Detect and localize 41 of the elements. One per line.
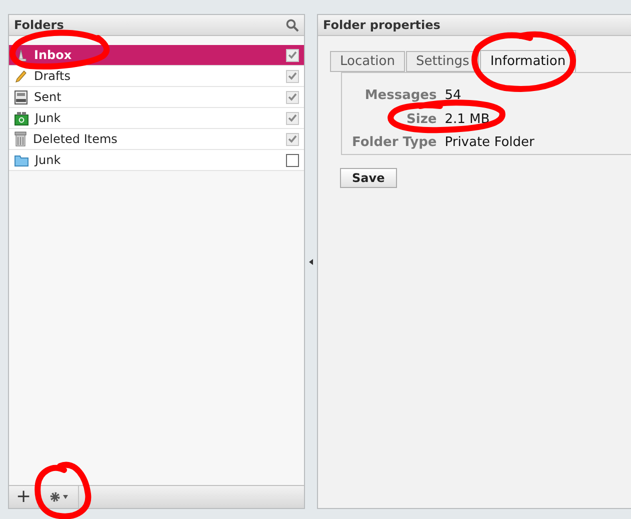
field-value: 2.1 MB	[444, 110, 491, 128]
checkbox[interactable]	[286, 112, 299, 124]
field-value: 54	[444, 87, 462, 105]
folder-name: Deleted Items	[33, 131, 118, 148]
field-label: Size	[406, 110, 437, 128]
panel-title: Folder properties	[323, 17, 440, 34]
check-icon	[288, 51, 297, 59]
folder-name: Junk	[35, 110, 62, 127]
field-label: Folder Type	[352, 134, 437, 152]
pencil-icon	[14, 69, 28, 83]
tab[interactable]: Location	[330, 51, 405, 72]
add-button[interactable]: +	[9, 486, 40, 508]
tab[interactable]: Information	[480, 50, 576, 72]
tab[interactable]: Settings	[406, 51, 480, 72]
checkbox[interactable]	[286, 48, 299, 62]
checkbox[interactable]	[286, 132, 299, 146]
folder-name: Drafts	[34, 68, 72, 85]
panel-title: Folders	[14, 17, 64, 34]
check-icon	[288, 72, 297, 80]
folder-name: Sent	[34, 89, 62, 106]
check-icon	[288, 114, 297, 122]
check-icon	[288, 93, 297, 101]
settings-icon	[49, 491, 62, 503]
checkbox[interactable]	[286, 90, 299, 104]
save-button[interactable]: Save	[340, 168, 397, 188]
collapse-arrow-icon[interactable]	[309, 258, 313, 264]
printer-icon	[14, 90, 28, 104]
recycle-bin-icon	[14, 110, 29, 126]
folder-name: Inbox	[34, 47, 73, 64]
folder-item[interactable]: Deleted Items	[9, 129, 304, 150]
search-icon[interactable]	[286, 18, 299, 32]
check-icon	[288, 135, 297, 143]
folder-item[interactable]: Inbox	[9, 45, 304, 66]
caret-icon	[63, 495, 68, 499]
field-value: Private Folder	[444, 134, 534, 152]
checkbox[interactable]	[286, 154, 299, 166]
folder-name: Junk	[35, 152, 62, 169]
folder-icon	[14, 154, 29, 166]
field-label: Messages	[364, 87, 437, 105]
checkbox[interactable]	[286, 70, 299, 82]
trash-can-icon	[14, 131, 27, 147]
